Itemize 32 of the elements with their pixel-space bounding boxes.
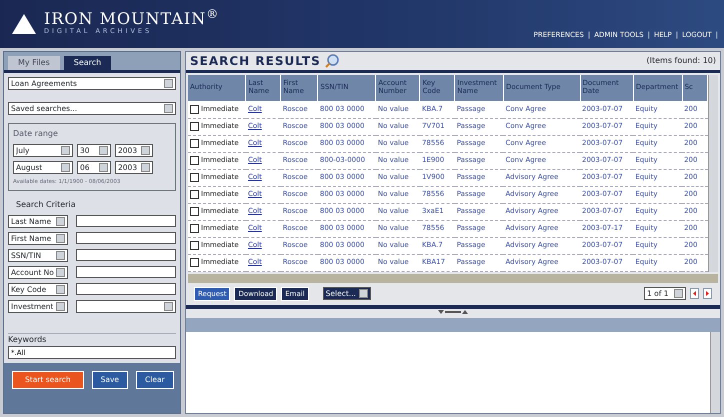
criteria-value-field[interactable] — [76, 266, 176, 278]
items-count: (Items found: 10) — [646, 55, 716, 67]
checkbox[interactable] — [190, 206, 199, 216]
scrollbar[interactable] — [708, 75, 718, 272]
checkbox[interactable] — [190, 156, 199, 165]
field-label: Keywords — [8, 334, 48, 346]
checkbox[interactable] — [190, 258, 199, 267]
checkbox[interactable] — [190, 240, 199, 250]
tab[interactable]: My Files — [8, 56, 60, 70]
checkbox[interactable] — [190, 138, 199, 148]
fieldset-legend: Date range — [13, 128, 171, 140]
criteria-value-field[interactable] — [76, 249, 176, 262]
checkbox[interactable] — [190, 190, 199, 199]
previous-page-icon[interactable] — [690, 288, 699, 300]
section-title: SEARCH RESULTS — [190, 53, 321, 70]
logo-text: IRON MOUNTAIN$^{®}$ — [44, 11, 220, 28]
mountain-logo-icon — [12, 14, 36, 34]
section-title: Search Criteria — [16, 199, 77, 212]
criteria-value-field[interactable] — [76, 283, 176, 296]
horizontal-scrollbar[interactable] — [188, 274, 718, 282]
checkbox[interactable] — [190, 224, 199, 233]
tab[interactable]: Search — [64, 56, 112, 70]
criteria-value-field[interactable] — [76, 232, 176, 244]
criteria-value-field[interactable] — [76, 215, 176, 228]
criteria-value-select[interactable] — [76, 300, 176, 314]
checkbox[interactable] — [190, 104, 199, 114]
checkbox[interactable] — [190, 122, 199, 131]
magnifier-icon — [324, 54, 339, 68]
splitter-handle-icon[interactable] — [438, 309, 468, 315]
next-page-icon[interactable] — [703, 288, 712, 300]
scrollbar[interactable] — [710, 332, 720, 413]
checkbox[interactable] — [190, 172, 199, 182]
